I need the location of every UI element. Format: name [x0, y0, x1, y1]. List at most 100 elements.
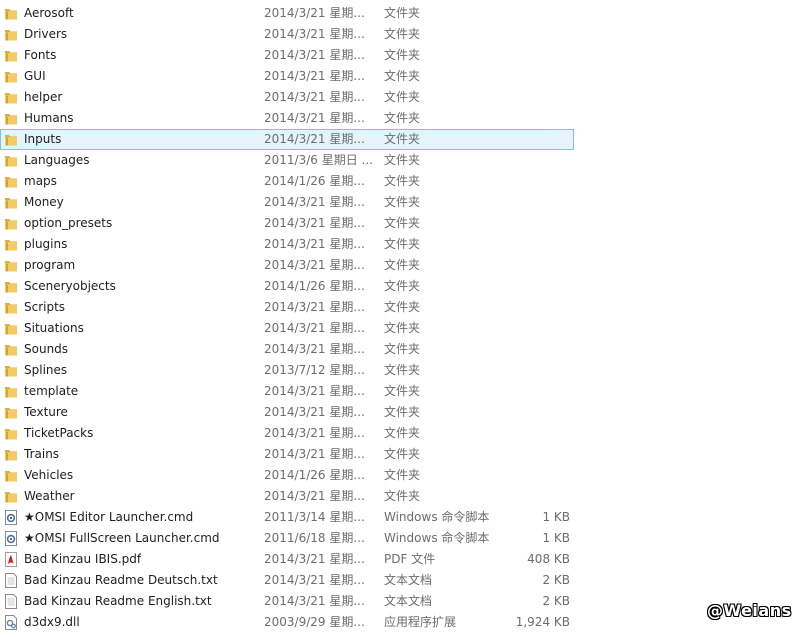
file-row[interactable]: Fonts 2014/3/21 星期... 文件夹 — [0, 45, 580, 66]
file-name: d3dx9.dll — [24, 615, 80, 629]
file-size: 2 KB — [542, 573, 570, 587]
file-date: 2014/3/21 星期... — [264, 195, 365, 209]
folder-icon — [3, 111, 19, 126]
file-date: 2014/3/21 星期... — [264, 111, 365, 125]
file-type: 文本文档 — [384, 594, 433, 608]
file-name: Languages — [24, 153, 90, 167]
file-type: Windows 命令脚本 — [384, 510, 490, 524]
file-type: 文本文档 — [384, 573, 433, 587]
folder-icon — [3, 321, 19, 336]
file-date: 2014/3/21 星期... — [264, 90, 365, 104]
file-type: 文件夹 — [384, 426, 421, 440]
file-date: 2014/1/26 星期... — [264, 174, 365, 188]
file-date: 2014/3/21 星期... — [264, 426, 365, 440]
file-row[interactable]: helper 2014/3/21 星期... 文件夹 — [0, 87, 580, 108]
file-type: 文件夹 — [384, 468, 421, 482]
file-type: 文件夹 — [384, 6, 421, 20]
folder-icon — [3, 426, 19, 441]
file-date: 2011/6/18 星期... — [264, 531, 365, 545]
file-date: 2014/3/21 星期... — [264, 216, 365, 230]
file-type: 文件夹 — [384, 216, 421, 230]
file-name: Situations — [24, 321, 84, 335]
file-row[interactable]: Inputs 2014/3/21 星期... 文件夹 — [0, 129, 574, 150]
folder-icon — [3, 195, 19, 210]
file-row[interactable]: Bad Kinzau Readme Deutsch.txt 2014/3/21 星… — [0, 570, 580, 591]
file-row[interactable]: Texture 2014/3/21 星期... 文件夹 — [0, 402, 580, 423]
file-row[interactable]: ★OMSI FullScreen Launcher.cmd 2011/6/18 星… — [0, 528, 580, 549]
file-name: Vehicles — [24, 468, 74, 482]
dll-file-icon — [3, 615, 19, 630]
file-size: 2 KB — [542, 594, 570, 608]
file-name: Drivers — [24, 27, 68, 41]
folder-icon — [3, 27, 19, 42]
file-row[interactable]: Splines 2013/7/12 星期... 文件夹 — [0, 360, 580, 381]
file-row[interactable]: Situations 2014/3/21 星期... 文件夹 — [0, 318, 580, 339]
file-name: Bad Kinzau IBIS.pdf — [24, 552, 142, 566]
file-row[interactable]: Drivers 2014/3/21 星期... 文件夹 — [0, 24, 580, 45]
file-name: Money — [24, 195, 64, 209]
file-name: program — [24, 258, 76, 272]
file-row[interactable]: plugins 2014/3/21 星期... 文件夹 — [0, 234, 580, 255]
file-row[interactable]: program 2014/3/21 星期... 文件夹 — [0, 255, 580, 276]
file-row[interactable]: Weather 2014/3/21 星期... 文件夹 — [0, 486, 580, 507]
file-size: 408 KB — [527, 552, 570, 566]
file-row[interactable]: Scripts 2014/3/21 星期... 文件夹 — [0, 297, 580, 318]
file-name: GUI — [24, 69, 46, 83]
file-type: 文件夹 — [384, 447, 421, 461]
file-date: 2014/3/21 星期... — [264, 594, 365, 608]
file-row[interactable]: Bad Kinzau IBIS.pdf 2014/3/21 星期... PDF 文件… — [0, 549, 580, 570]
text-file-icon — [3, 573, 19, 588]
file-type: 文件夹 — [384, 300, 421, 314]
file-row[interactable]: TicketPacks 2014/3/21 星期... 文件夹 — [0, 423, 580, 444]
file-date: 2014/3/21 星期... — [264, 342, 365, 356]
file-row[interactable]: Bad Kinzau Readme English.txt 2014/3/21 星… — [0, 591, 580, 612]
file-size: 1,924 KB — [515, 615, 570, 629]
file-row[interactable]: Languages 2011/3/6 星期日 ... 文件夹 — [0, 150, 580, 171]
file-row[interactable]: Vehicles 2014/1/26 星期... 文件夹 — [0, 465, 580, 486]
file-type: Windows 命令脚本 — [384, 531, 490, 545]
file-row[interactable]: Sceneryobjects 2014/1/26 星期... 文件夹 — [0, 276, 580, 297]
file-type: 文件夹 — [384, 363, 421, 377]
file-type: 文件夹 — [384, 384, 421, 398]
file-type: 文件夹 — [384, 153, 421, 167]
file-row[interactable]: maps 2014/1/26 星期... 文件夹 — [0, 171, 580, 192]
file-type: 文件夹 — [384, 237, 421, 251]
file-row[interactable]: ★OMSI Editor Launcher.cmd 2011/3/14 星期...… — [0, 507, 580, 528]
file-type: 文件夹 — [384, 279, 421, 293]
file-row[interactable]: option_presets 2014/3/21 星期... 文件夹 — [0, 213, 580, 234]
file-type: 文件夹 — [384, 90, 421, 104]
file-type: 文件夹 — [384, 195, 421, 209]
file-name: Bad Kinzau Readme English.txt — [24, 594, 212, 608]
file-row[interactable]: Aerosoft 2014/3/21 星期... 文件夹 — [0, 3, 580, 24]
folder-icon — [3, 174, 19, 189]
folder-icon — [3, 405, 19, 420]
file-list: Aerosoft 2014/3/21 星期... 文件夹 Drivers 2014/3/… — [0, 3, 580, 633]
file-date: 2014/3/21 星期... — [264, 300, 365, 314]
file-date: 2014/3/21 星期... — [264, 447, 365, 461]
file-date: 2013/7/12 星期... — [264, 363, 365, 377]
file-type: 文件夹 — [384, 342, 421, 356]
folder-icon — [3, 468, 19, 483]
folder-icon — [3, 153, 19, 168]
file-row[interactable]: d3dx9.dll 2003/9/29 星期... 应用程序扩展 1,924 KB — [0, 612, 580, 633]
file-date: 2014/1/26 星期... — [264, 279, 365, 293]
file-row[interactable]: Money 2014/3/21 星期... 文件夹 — [0, 192, 580, 213]
file-date: 2014/3/21 星期... — [264, 489, 365, 503]
file-name: Sounds — [24, 342, 69, 356]
file-date: 2014/3/21 星期... — [264, 132, 365, 146]
file-size: 1 KB — [542, 510, 570, 524]
file-row[interactable]: Trains 2014/3/21 星期... 文件夹 — [0, 444, 580, 465]
file-row[interactable]: Humans 2014/3/21 星期... 文件夹 — [0, 108, 580, 129]
file-type: 文件夹 — [384, 48, 421, 62]
file-row[interactable]: GUI 2014/3/21 星期... 文件夹 — [0, 66, 580, 87]
file-date: 2014/3/21 星期... — [264, 321, 365, 335]
file-date: 2011/3/6 星期日 ... — [264, 153, 373, 167]
file-row[interactable]: Sounds 2014/3/21 星期... 文件夹 — [0, 339, 580, 360]
folder-icon — [3, 279, 19, 294]
folder-icon — [3, 132, 19, 147]
file-type: 文件夹 — [384, 174, 421, 188]
cmd-script-icon — [3, 510, 19, 525]
file-type: PDF 文件 — [384, 552, 436, 566]
folder-icon — [3, 90, 19, 105]
file-row[interactable]: template 2014/3/21 星期... 文件夹 — [0, 381, 580, 402]
